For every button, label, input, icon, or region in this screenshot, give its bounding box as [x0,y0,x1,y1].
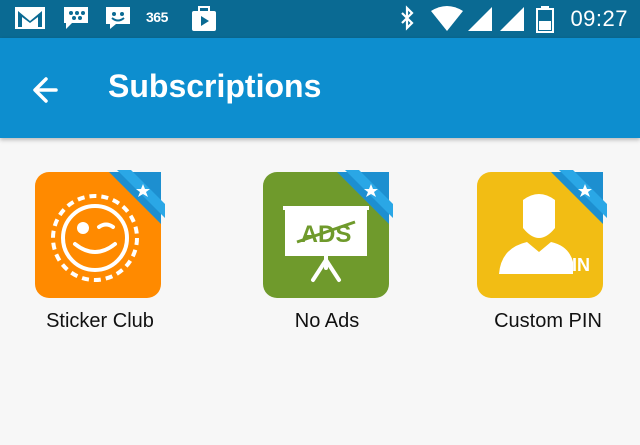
bbm-icon [64,7,88,29]
person-pin-icon: PIN [477,170,607,298]
subscription-label: Sticker Club [46,310,154,332]
messenger-icon [106,7,130,29]
subscription-custom-pin[interactable]: PIN Custom PIN [442,170,612,340]
subscription-label: Custom PIN [494,310,602,332]
page-title: Subscriptions [108,68,322,104]
gmail-icon [15,7,45,29]
battery-icon [536,6,554,33]
signal-icon [500,7,524,31]
wifi-icon [431,6,463,31]
status-time: 09:27 [570,6,628,31]
subscription-sticker-club[interactable]: Sticker Club [0,170,170,340]
back-button[interactable] [24,68,72,112]
sticker-face-icon [35,170,165,298]
365-icon: 365 [146,9,168,25]
status-bar: 365 09:27 [0,0,640,38]
subscription-label: No Ads [294,310,360,332]
no-ads-board-icon: ADS [263,170,393,298]
subscription-no-ads[interactable]: ADS No Ads [228,170,398,340]
media-icon [192,6,216,31]
app-bar: Subscriptions [0,38,640,138]
pin-badge-text: PIN [560,255,590,275]
arrow-left-icon [33,77,58,103]
bluetooth-icon [401,5,414,31]
signal-icon [468,7,492,31]
